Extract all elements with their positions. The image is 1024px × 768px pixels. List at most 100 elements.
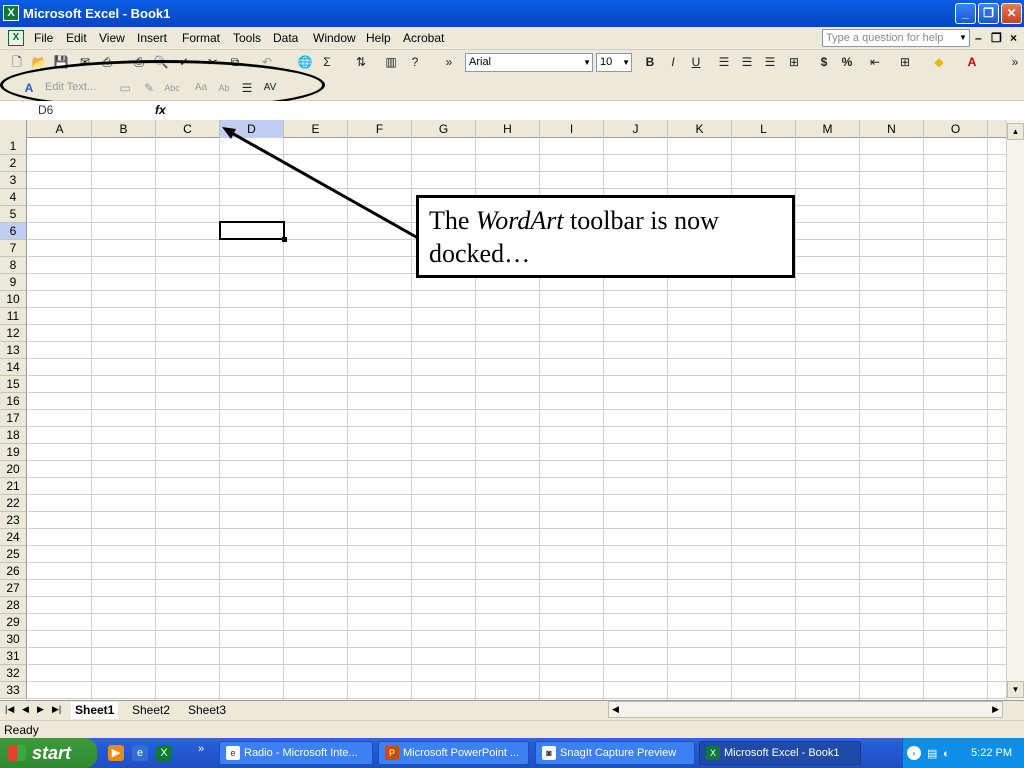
- row-header[interactable]: 2: [0, 155, 26, 172]
- fill-color-icon[interactable]: ◆: [930, 53, 948, 71]
- menu-view[interactable]: View: [99, 31, 125, 45]
- excel-app-icon[interactable]: X: [3, 5, 19, 21]
- column-header[interactable]: A: [28, 120, 92, 138]
- start-button[interactable]: start: [0, 738, 97, 768]
- row-header[interactable]: 11: [0, 308, 26, 325]
- last-sheet-icon[interactable]: ▶|: [52, 704, 61, 715]
- row-header[interactable]: 14: [0, 359, 26, 376]
- menu-insert[interactable]: Insert: [137, 31, 167, 45]
- column-header[interactable]: B: [92, 120, 156, 138]
- active-cell[interactable]: [219, 221, 287, 242]
- align-center-icon[interactable]: ☰: [738, 53, 756, 71]
- chart-wizard-icon[interactable]: ▥: [382, 53, 400, 71]
- row-header[interactable]: 20: [0, 461, 26, 478]
- row-header[interactable]: 29: [0, 614, 26, 631]
- new-icon[interactable]: 🗋: [8, 53, 26, 71]
- row-header[interactable]: 8: [0, 257, 26, 274]
- minimize-button[interactable]: _: [955, 3, 976, 24]
- underline-icon[interactable]: U: [687, 53, 705, 71]
- menu-tools[interactable]: Tools: [233, 31, 261, 45]
- row-header[interactable]: 32: [0, 665, 26, 682]
- vertical-scrollbar[interactable]: ▲ ▼: [1006, 120, 1024, 700]
- toolbar-options-icon[interactable]: »: [1006, 53, 1024, 71]
- column-header[interactable]: M: [796, 120, 860, 138]
- task-snagit[interactable]: ◙ SnagIt Capture Preview: [535, 741, 695, 765]
- scroll-up-icon[interactable]: ▲: [1007, 123, 1024, 140]
- internet-explorer-icon[interactable]: e: [132, 745, 148, 761]
- borders-icon[interactable]: ⊞: [896, 53, 914, 71]
- autosum-icon[interactable]: Σ: [318, 53, 336, 71]
- column-header[interactable]: G: [412, 120, 476, 138]
- row-header[interactable]: 28: [0, 597, 26, 614]
- show-hidden-icons-icon[interactable]: ‹: [907, 746, 921, 760]
- row-header[interactable]: 6: [0, 223, 26, 240]
- help-icon[interactable]: ?: [406, 53, 424, 71]
- task-radio-ie[interactable]: e Radio - Microsoft Inte...: [219, 741, 373, 765]
- tab-sheet3[interactable]: Sheet3: [188, 702, 226, 719]
- quicklaunch-more-icon[interactable]: »: [198, 743, 204, 755]
- fill-handle[interactable]: [282, 237, 287, 242]
- maximize-button[interactable]: ❐: [978, 3, 999, 24]
- menu-data[interactable]: Data: [273, 31, 298, 45]
- row-header[interactable]: 1: [0, 138, 26, 155]
- chevron-down-icon[interactable]: ▼: [583, 54, 591, 71]
- prev-sheet-icon[interactable]: ◀: [22, 704, 29, 715]
- bold-icon[interactable]: B: [641, 53, 659, 71]
- toolbar-options-icon[interactable]: »: [440, 53, 458, 71]
- task-excel[interactable]: X Microsoft Excel - Book1: [699, 741, 861, 765]
- scroll-down-icon[interactable]: ▼: [1007, 681, 1024, 698]
- column-header[interactable]: L: [732, 120, 796, 138]
- align-right-icon[interactable]: ☰: [761, 53, 779, 71]
- column-header[interactable]: I: [540, 120, 604, 138]
- workbook-icon[interactable]: X: [8, 30, 24, 46]
- row-header[interactable]: 10: [0, 291, 26, 308]
- next-sheet-icon[interactable]: ▶: [37, 704, 44, 715]
- font-color-icon[interactable]: A: [963, 53, 981, 71]
- row-header[interactable]: 5: [0, 206, 26, 223]
- name-box[interactable]: D6: [2, 101, 112, 119]
- row-header[interactable]: 19: [0, 444, 26, 461]
- row-header[interactable]: 4: [0, 189, 26, 206]
- row-header[interactable]: 13: [0, 342, 26, 359]
- sort-ascending-icon[interactable]: ⇅: [352, 53, 370, 71]
- media-player-icon[interactable]: ▶: [108, 745, 124, 761]
- clock[interactable]: 5:22 PM: [971, 738, 1012, 768]
- tab-sheet2[interactable]: Sheet2: [132, 702, 170, 719]
- currency-icon[interactable]: $: [815, 53, 833, 71]
- row-header[interactable]: 9: [0, 274, 26, 291]
- column-header[interactable]: E: [284, 120, 348, 138]
- task-powerpoint[interactable]: P Microsoft PowerPoint ...: [378, 741, 529, 765]
- font-name-select[interactable]: Arial ▼: [465, 53, 593, 72]
- row-header[interactable]: 15: [0, 376, 26, 393]
- menu-window[interactable]: Window: [313, 31, 356, 45]
- row-header[interactable]: 21: [0, 478, 26, 495]
- menu-file[interactable]: File: [34, 31, 53, 45]
- row-header[interactable]: 25: [0, 546, 26, 563]
- row-header[interactable]: 33: [0, 682, 26, 699]
- row-header[interactable]: 22: [0, 495, 26, 512]
- row-header[interactable]: 3: [0, 172, 26, 189]
- menu-acrobat[interactable]: Acrobat: [403, 31, 444, 45]
- decrease-indent-icon[interactable]: ⇤: [866, 53, 884, 71]
- column-header[interactable]: H: [476, 120, 540, 138]
- menu-format[interactable]: Format: [182, 31, 220, 45]
- select-all-corner[interactable]: [0, 120, 27, 138]
- menu-help[interactable]: Help: [366, 31, 391, 45]
- scroll-right-icon[interactable]: ▶: [992, 704, 999, 715]
- scroll-left-icon[interactable]: ◀: [612, 704, 619, 715]
- row-header[interactable]: 30: [0, 631, 26, 648]
- column-header[interactable]: K: [668, 120, 732, 138]
- column-header[interactable]: N: [860, 120, 924, 138]
- help-search-input[interactable]: Type a question for help ▼: [822, 29, 970, 47]
- italic-icon[interactable]: I: [664, 53, 682, 71]
- menu-edit[interactable]: Edit: [66, 31, 87, 45]
- volume-icon[interactable]: ◐: [943, 739, 950, 768]
- hyperlink-icon[interactable]: 🌐: [296, 53, 314, 71]
- row-header[interactable]: 27: [0, 580, 26, 597]
- row-header[interactable]: 17: [0, 410, 26, 427]
- first-sheet-icon[interactable]: |◀: [5, 704, 14, 715]
- column-header[interactable]: F: [348, 120, 412, 138]
- doc-close-icon[interactable]: ×: [1010, 31, 1017, 45]
- column-header[interactable]: O: [924, 120, 988, 138]
- row-header[interactable]: 23: [0, 512, 26, 529]
